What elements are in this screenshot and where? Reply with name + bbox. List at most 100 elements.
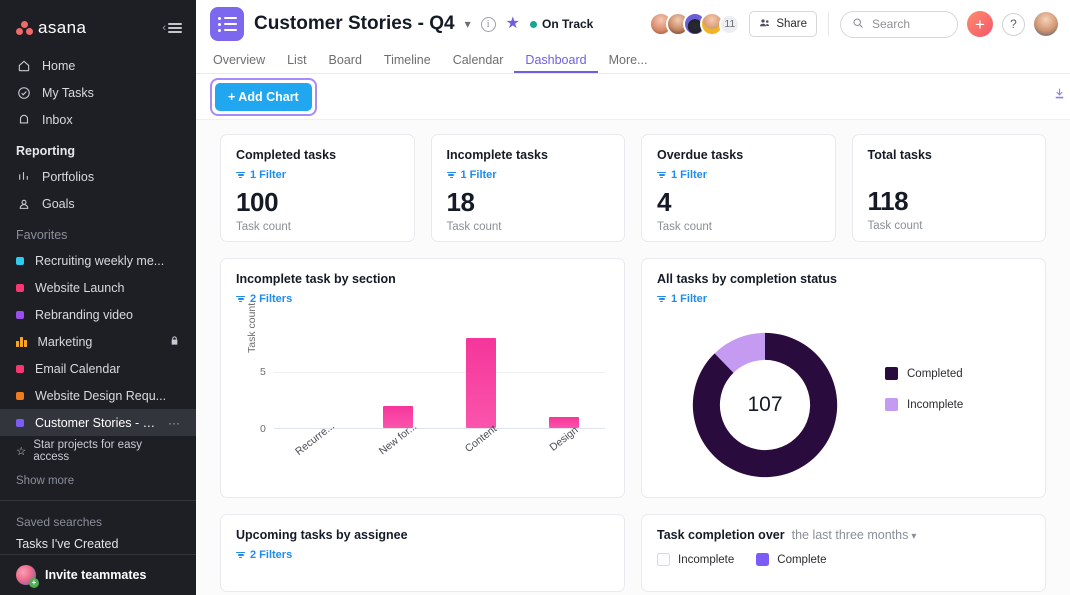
home-icon bbox=[16, 58, 31, 73]
share-button-label: Share bbox=[776, 18, 807, 30]
star-icon[interactable]: ★ bbox=[506, 16, 520, 32]
tab-dashboard[interactable]: Dashboard bbox=[514, 53, 597, 73]
tab-board[interactable]: Board bbox=[318, 53, 373, 73]
bar[interactable] bbox=[466, 338, 496, 428]
asana-logo[interactable]: asana bbox=[16, 18, 86, 38]
stat-card-total-tasks[interactable]: Total tasks 118 Task count bbox=[852, 134, 1047, 242]
tab-timeline[interactable]: Timeline bbox=[373, 53, 442, 73]
project-color-swatch bbox=[16, 365, 24, 373]
sidebar-item-marketing[interactable]: Marketing bbox=[0, 328, 196, 355]
star-projects-hint[interactable]: ☆ Star projects for easy access bbox=[0, 436, 196, 466]
legend-item-completed: Completed bbox=[885, 367, 963, 380]
tab-overview[interactable]: Overview bbox=[210, 53, 276, 73]
sidebar-item-rebranding-video[interactable]: Rebranding video bbox=[0, 301, 196, 328]
share-button[interactable]: Share bbox=[749, 11, 817, 37]
legend-label: Incomplete bbox=[907, 399, 963, 411]
search-placeholder: Search bbox=[872, 17, 910, 31]
sidebar-item-inbox[interactable]: Inbox bbox=[0, 106, 196, 133]
filter-icon bbox=[236, 172, 245, 179]
more-options-icon[interactable]: ··· bbox=[168, 417, 180, 429]
tab-list[interactable]: List bbox=[276, 53, 317, 73]
bar-chart-x-labels: Recurre...New for...ContentDesign bbox=[274, 429, 605, 481]
sidebar-item-customer-stories-q4[interactable]: Customer Stories - Q4 ··· bbox=[0, 409, 196, 436]
sidebar-item-goals[interactable]: Goals bbox=[0, 190, 196, 217]
stat-card-title: Completed tasks bbox=[236, 148, 399, 162]
sidebar-item-my-tasks[interactable]: My Tasks bbox=[0, 79, 196, 106]
filter-icon bbox=[657, 172, 666, 179]
bar-chart-icon bbox=[16, 337, 27, 347]
legend-item-complete: Complete bbox=[756, 553, 826, 566]
status-dot-icon bbox=[530, 21, 537, 28]
filter-link[interactable]: 1 Filter bbox=[236, 169, 399, 181]
donut-graphic: 107 bbox=[665, 323, 865, 487]
y-tick-label: 5 bbox=[260, 366, 266, 378]
invite-teammates-button[interactable]: Invite teammates bbox=[0, 554, 196, 595]
stat-card-row: Completed tasks 1 Filter 100 Task count … bbox=[220, 134, 1046, 242]
member-avatars[interactable]: 11 bbox=[649, 12, 740, 36]
y-tick-label: 0 bbox=[260, 423, 266, 435]
chart-card-all-tasks-by-completion-status[interactable]: All tasks by completion status 1 Filter … bbox=[641, 258, 1046, 498]
collapse-sidebar-button[interactable]: ‹ bbox=[162, 23, 182, 34]
avatar bbox=[16, 565, 36, 585]
x-tick-label: Content bbox=[440, 429, 523, 481]
filter-link[interactable]: 1 Filter bbox=[447, 169, 610, 181]
user-avatar[interactable] bbox=[1034, 12, 1058, 36]
star-projects-hint-label: Star projects for easy access bbox=[33, 439, 180, 463]
stat-card-incomplete-tasks[interactable]: Incomplete tasks 1 Filter 18 Task count bbox=[431, 134, 626, 242]
chevron-down-icon[interactable]: ▾ bbox=[465, 17, 471, 31]
search-input[interactable]: Search bbox=[840, 11, 958, 38]
sidebar-section-reporting: Reporting bbox=[0, 133, 196, 163]
stat-card-overdue-tasks[interactable]: Overdue tasks 1 Filter 4 Task count bbox=[641, 134, 836, 242]
tab-more[interactable]: More... bbox=[598, 53, 659, 73]
filter-link[interactable]: 2 Filters bbox=[236, 549, 609, 561]
tab-calendar[interactable]: Calendar bbox=[442, 53, 515, 73]
stat-card-subtitle: Task count bbox=[657, 221, 820, 233]
sidebar-item-website-design-requests[interactable]: Website Design Requ... bbox=[0, 382, 196, 409]
time-range-selector[interactable]: the last three months▾ bbox=[792, 528, 917, 542]
time-range-label: the last three months bbox=[792, 528, 909, 542]
sidebar-item-email-calendar[interactable]: Email Calendar bbox=[0, 355, 196, 382]
chart-title: Upcoming tasks by assignee bbox=[236, 528, 609, 542]
stat-card-completed-tasks[interactable]: Completed tasks 1 Filter 100 Task count bbox=[220, 134, 415, 242]
sidebar-item-home[interactable]: Home bbox=[0, 52, 196, 79]
filter-link[interactable]: 1 Filter bbox=[657, 169, 820, 181]
chart-card-task-completion-over-time[interactable]: Task completion over the last three mont… bbox=[641, 514, 1046, 592]
sidebar-item-label: Recruiting weekly me... bbox=[35, 254, 164, 268]
project-color-swatch bbox=[16, 419, 24, 427]
bar-column[interactable] bbox=[274, 327, 357, 428]
status-badge[interactable]: On Track bbox=[530, 17, 593, 31]
create-button[interactable]: + bbox=[967, 11, 993, 37]
sidebar-item-label: My Tasks bbox=[42, 86, 94, 100]
invite-teammates-label: Invite teammates bbox=[45, 568, 146, 582]
sidebar-item-tasks-ive-created[interactable]: Tasks I've Created bbox=[0, 533, 196, 555]
show-more-button[interactable]: Show more bbox=[0, 466, 196, 487]
member-count: 11 bbox=[719, 14, 740, 35]
asana-logo-text: asana bbox=[38, 18, 86, 38]
sidebar-item-recruiting-weekly[interactable]: Recruiting weekly me... bbox=[0, 247, 196, 274]
sidebar-item-website-launch[interactable]: Website Launch bbox=[0, 274, 196, 301]
chevron-down-icon: ▾ bbox=[911, 531, 916, 542]
legend-swatch bbox=[756, 553, 769, 566]
filter-link[interactable]: 1 Filter bbox=[657, 293, 1030, 305]
asana-logo-icon bbox=[16, 21, 33, 36]
bar-column[interactable] bbox=[522, 327, 605, 428]
bar-column[interactable] bbox=[357, 327, 440, 428]
bar-column[interactable] bbox=[440, 327, 523, 428]
star-outline-icon: ☆ bbox=[16, 444, 26, 458]
info-icon[interactable]: i bbox=[481, 17, 496, 32]
sidebar-main-nav: Home My Tasks Inbox bbox=[0, 52, 196, 133]
stat-card-value: 118 bbox=[868, 186, 1031, 217]
filter-label: 2 Filters bbox=[250, 549, 292, 561]
project-color-swatch bbox=[16, 257, 24, 265]
sidebar-item-portfolios[interactable]: Portfolios bbox=[0, 163, 196, 190]
chart-card-upcoming-tasks-by-assignee[interactable]: Upcoming tasks by assignee 2 Filters bbox=[220, 514, 625, 592]
stat-card-title: Total tasks bbox=[868, 148, 1031, 162]
filter-link[interactable]: 2 Filters bbox=[236, 293, 609, 305]
help-button[interactable]: ? bbox=[1002, 13, 1025, 36]
donut-chart: 107 Completed Incomplete bbox=[657, 309, 1030, 487]
chart-card-incomplete-task-by-section[interactable]: Incomplete task by section 2 Filters Tas… bbox=[220, 258, 625, 498]
export-icon[interactable] bbox=[1053, 87, 1066, 103]
completion-chart-header: Task completion over the last three mont… bbox=[657, 528, 1030, 542]
add-chart-button[interactable]: + Add Chart bbox=[215, 83, 312, 111]
stat-card-value: 18 bbox=[447, 187, 610, 218]
